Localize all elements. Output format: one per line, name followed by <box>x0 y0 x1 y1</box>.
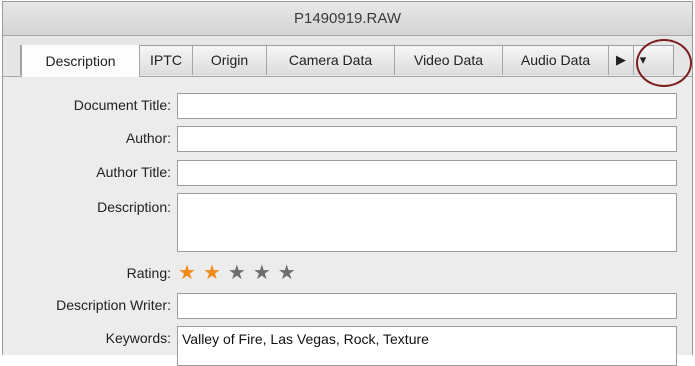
document-title-field[interactable] <box>177 93 677 119</box>
star-icon[interactable]: ★ <box>278 263 296 283</box>
tab-origin[interactable]: Origin <box>193 46 267 75</box>
author-title-row: Author Title: <box>3 160 692 186</box>
window-title: P1490919.RAW <box>3 2 692 36</box>
rating-stars: ★ ★ ★ ★ ★ <box>178 263 296 283</box>
description-writer-label: Description Writer: <box>56 297 171 313</box>
tab-overflow-menu-icon[interactable]: ▾ <box>634 46 652 75</box>
description-writer-field[interactable] <box>177 293 677 319</box>
rating-label: Rating: <box>126 265 171 281</box>
rating-row: Rating: ★ ★ ★ ★ ★ <box>3 263 692 285</box>
author-label: Author: <box>125 130 171 146</box>
file-info-window: P1490919.RAW Description IPTC Origin Cam… <box>2 1 693 366</box>
tab-scroll-right-icon[interactable]: ▶ <box>609 46 634 75</box>
description-row: Description: <box>3 193 692 252</box>
document-title-row: Document Title: <box>3 93 692 119</box>
description-label: Description: <box>97 199 171 215</box>
star-icon[interactable]: ★ <box>228 263 246 283</box>
tab-bar: Description IPTC Origin Camera Data Vide… <box>20 45 674 77</box>
tab-strip: Description IPTC Origin Camera Data Vide… <box>3 36 692 77</box>
tab-iptc[interactable]: IPTC <box>140 46 193 75</box>
keywords-field[interactable]: Valley of Fire, Las Vegas, Rock, Texture <box>177 326 677 366</box>
author-field[interactable] <box>177 126 677 152</box>
star-icon[interactable]: ★ <box>203 263 221 283</box>
document-title-label: Document Title: <box>73 97 171 113</box>
tab-camera-data[interactable]: Camera Data <box>267 46 395 75</box>
description-panel: Document Title: Author: Author Title: De… <box>3 76 692 366</box>
description-writer-row: Description Writer: <box>3 293 692 319</box>
author-title-label: Author Title: <box>96 164 171 180</box>
keywords-label: Keywords: <box>105 330 171 346</box>
keywords-row: Keywords: Valley of Fire, Las Vegas, Roc… <box>3 326 692 366</box>
author-title-field[interactable] <box>177 160 677 186</box>
author-row: Author: <box>3 126 692 152</box>
star-icon[interactable]: ★ <box>253 263 271 283</box>
tab-description[interactable]: Description <box>21 45 140 77</box>
description-field[interactable] <box>177 193 677 252</box>
tab-audio-data[interactable]: Audio Data <box>503 46 609 75</box>
star-icon[interactable]: ★ <box>178 263 196 283</box>
tab-video-data[interactable]: Video Data <box>395 46 503 75</box>
